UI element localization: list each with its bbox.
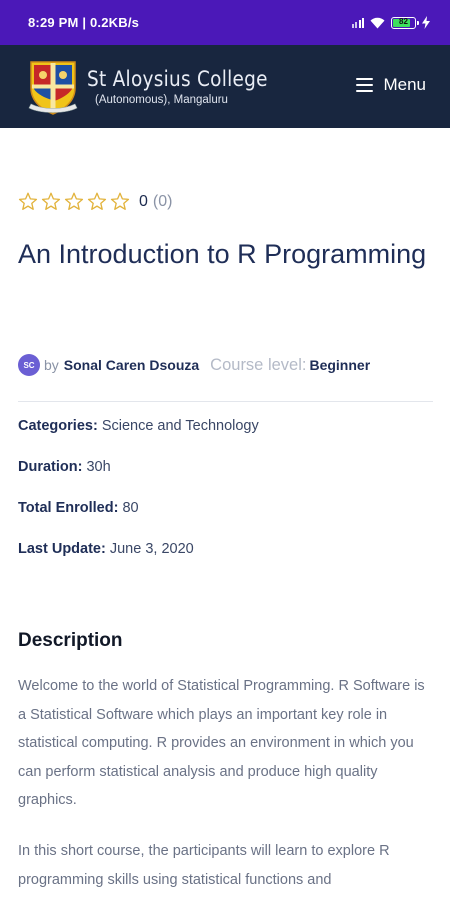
rating-stars bbox=[18, 192, 130, 211]
battery-level: 82 bbox=[399, 16, 408, 26]
info-total-enrolled: Total Enrolled: 80 bbox=[18, 499, 259, 540]
description-paragraph: In this short course, the participants w… bbox=[18, 843, 390, 888]
info-label: Categories: bbox=[18, 418, 98, 434]
category-link[interactable]: Science and Technology bbox=[102, 418, 259, 434]
author-link[interactable]: Sonal Caren Dsouza bbox=[64, 357, 199, 373]
menu-label: Menu bbox=[383, 75, 426, 94]
course-rating: 0 (0) bbox=[18, 192, 172, 211]
battery-icon: 82 bbox=[391, 16, 419, 29]
info-last-update: Last Update: June 3, 2020 bbox=[18, 540, 259, 581]
wifi-icon bbox=[370, 17, 385, 29]
info-value: 30h bbox=[86, 459, 111, 475]
by-label: by bbox=[44, 357, 59, 373]
divider bbox=[18, 401, 433, 402]
college-brand[interactable]: St Aloysius College (Autonomous), Mangal… bbox=[87, 67, 292, 106]
description-heading: Description bbox=[18, 630, 123, 651]
status-icons: 82 bbox=[351, 16, 430, 29]
star-icon bbox=[64, 192, 84, 211]
info-label: Duration: bbox=[18, 459, 83, 475]
star-icon bbox=[18, 192, 38, 211]
charging-bolt-icon bbox=[422, 16, 430, 29]
status-bar: 8:29 PM | 0.2KB/s 82 bbox=[0, 0, 450, 45]
star-icon bbox=[110, 192, 130, 211]
status-time: 8:29 PM | 0.2KB/s bbox=[28, 15, 140, 30]
site-header: St Aloysius College (Autonomous), Mangal… bbox=[0, 45, 450, 128]
signal-icon bbox=[351, 17, 364, 28]
star-icon bbox=[41, 192, 61, 211]
course-title: An Introduction to R Programming bbox=[18, 239, 427, 269]
info-value: June 3, 2020 bbox=[109, 541, 194, 557]
college-name: St Aloysius College bbox=[87, 67, 268, 91]
info-label: Last Update: bbox=[18, 541, 106, 557]
course-level-label: Course level: bbox=[210, 355, 307, 374]
author-avatar[interactable]: SC bbox=[18, 354, 40, 376]
hamburger-icon bbox=[356, 78, 374, 92]
info-label: Total Enrolled: bbox=[18, 500, 119, 516]
menu-button[interactable]: Menu bbox=[356, 75, 426, 95]
rating-value: 0 bbox=[139, 192, 148, 210]
course-level-value: Beginner bbox=[309, 357, 371, 373]
course-meta: SC by Sonal Caren Dsouza Course level: B… bbox=[18, 354, 370, 376]
college-logo[interactable] bbox=[27, 58, 79, 116]
rating-count: (0) bbox=[152, 192, 173, 210]
info-value: 80 bbox=[122, 500, 139, 516]
info-categories: Categories: Science and Technology bbox=[18, 417, 259, 458]
info-duration: Duration: 30h bbox=[18, 458, 259, 499]
college-subtitle: (Autonomous), Mangaluru bbox=[95, 94, 228, 106]
star-icon bbox=[87, 192, 107, 211]
description-paragraph: Welcome to the world of Statistical Prog… bbox=[18, 678, 425, 808]
course-info-list: Categories: Science and Technology Durat… bbox=[18, 417, 259, 581]
